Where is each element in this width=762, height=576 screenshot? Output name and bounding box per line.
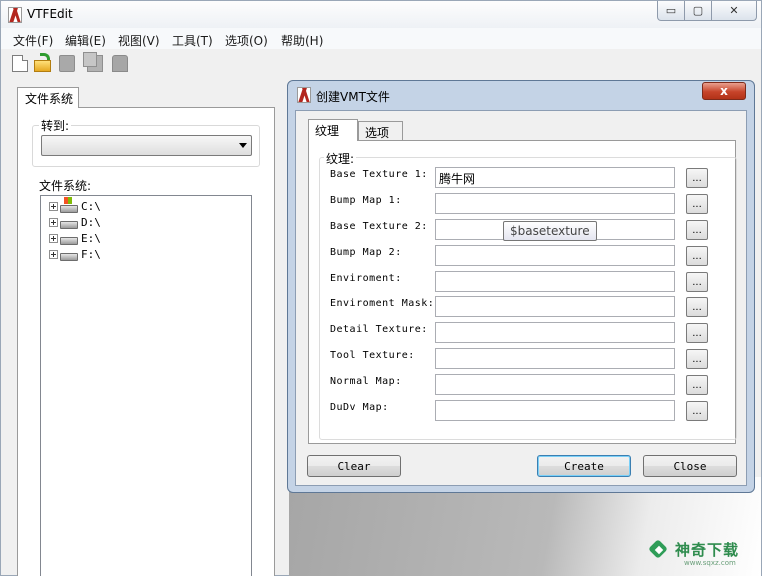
expand-icon[interactable] [49,233,58,243]
watermark: 神奇下载 [649,539,739,560]
tab-texture[interactable]: 纹理 [308,119,358,141]
tree-item-label: F:\ [81,247,101,261]
dialog-close-button[interactable]: x [702,82,746,100]
normal-map-input[interactable] [435,374,675,395]
toolbar [1,50,761,78]
tree-item-label: D:\ [81,215,101,229]
drive-icon [60,249,78,261]
menu-bar: 文件(F) 编辑(E) 视图(V) 工具(T) 选项(O) 帮助(H) [1,28,761,49]
tree-item-f[interactable]: F:\ [49,246,101,262]
tooltip: $basetexture [503,221,597,241]
bump-map-1-input[interactable] [435,193,675,214]
bump-map-2-label: Bump Map 2: [330,247,402,258]
menu-help[interactable]: 帮助(H) [281,32,323,49]
new-file-icon[interactable] [12,55,28,72]
menu-options[interactable]: 选项(O) [225,32,268,49]
close-button[interactable]: ✕ [711,1,757,21]
system-drive-icon [60,197,78,213]
create-vmt-dialog: 创建VMT文件 x 纹理 选项 纹理: Base Texture 1: 腾牛网 … [287,80,755,493]
close-dialog-button[interactable]: Close [643,455,737,477]
expand-icon[interactable] [49,217,58,227]
bump-map-2-browse-button[interactable]: ... [686,246,708,266]
dudv-map-input[interactable] [435,400,675,421]
menu-view[interactable]: 视图(V) [118,32,160,49]
filesystem-label: 文件系统: [39,179,92,193]
detail-texture-label: Detail Texture: [330,324,428,335]
base-texture-1-browse-button[interactable]: ... [686,168,708,188]
goto-label: 转到: [39,117,72,134]
dudv-map-browse-button[interactable]: ... [686,401,708,421]
tree-item-c[interactable]: C:\ [49,197,101,214]
enviroment-mask-label: Enviroment Mask: [330,298,435,309]
enviroment-label: Enviroment: [330,273,402,284]
tool-texture-label: Tool Texture: [330,350,415,361]
tree-item-label: C:\ [81,199,101,213]
base-texture-1-input[interactable]: 腾牛网 [435,167,675,188]
maximize-button[interactable]: ▢ [684,1,712,21]
bump-map-1-browse-button[interactable]: ... [686,194,708,214]
paste-icon[interactable] [112,55,128,72]
app-icon [8,7,22,23]
open-folder-icon[interactable] [34,53,52,72]
clear-button[interactable]: Clear [307,455,401,477]
dudv-map-label: DuDv Map: [330,402,389,413]
dialog-title: 创建VMT文件 [316,90,390,104]
minimize-button[interactable]: ▭ [657,1,685,21]
tree-item-d[interactable]: D:\ [49,214,101,230]
app-icon [297,87,311,103]
dialog-title-bar[interactable]: 创建VMT文件 x [288,81,754,107]
app-title: VTFEdit [27,7,73,21]
tool-texture-input[interactable] [435,348,675,369]
bump-map-1-label: Bump Map 1: [330,195,402,206]
enviroment-browse-button[interactable]: ... [686,272,708,292]
base-texture-2-browse-button[interactable]: ... [686,220,708,240]
chevron-down-icon [239,143,247,148]
normal-map-browse-button[interactable]: ... [686,375,708,395]
drive-icon [60,217,78,229]
tab-options[interactable]: 选项 [358,121,403,141]
expand-icon[interactable] [49,201,58,211]
tool-texture-browse-button[interactable]: ... [686,349,708,369]
title-bar[interactable]: VTFEdit ▭ ▢ ✕ [1,1,761,28]
tree-item-e[interactable]: E:\ [49,230,101,246]
enviroment-mask-input[interactable] [435,296,675,317]
watermark-text: 神奇下载 [675,541,740,559]
create-button[interactable]: Create [537,455,631,477]
drive-icon [60,233,78,245]
detail-texture-browse-button[interactable]: ... [686,323,708,343]
bump-map-2-input[interactable] [435,245,675,266]
goto-dropdown[interactable] [41,135,252,156]
watermark-url: www.sqxz.com [684,559,736,567]
menu-edit[interactable]: 编辑(E) [65,32,106,49]
enviroment-input[interactable] [435,271,675,292]
filesystem-tree[interactable]: C:\ D:\ E:\ F:\ [40,195,252,576]
detail-texture-input[interactable] [435,322,675,343]
tree-item-label: E:\ [81,231,101,245]
base-texture-2-label: Base Texture 2: [330,221,428,232]
menu-file[interactable]: 文件(F) [13,32,53,49]
normal-map-label: Normal Map: [330,376,402,387]
watermark-logo-icon [649,540,669,560]
expand-icon[interactable] [49,249,58,259]
save-icon[interactable] [59,55,75,72]
enviroment-mask-browse-button[interactable]: ... [686,297,708,317]
tab-filesystem[interactable]: 文件系统 [17,87,79,108]
dialog-body: 纹理 选项 纹理: Base Texture 1: 腾牛网 ... Bump M… [295,110,747,486]
base-texture-1-label: Base Texture 1: [330,169,428,180]
menu-tools[interactable]: 工具(T) [172,32,213,49]
copy-icon[interactable] [83,52,103,72]
texture-group-label: 纹理: [324,150,357,167]
